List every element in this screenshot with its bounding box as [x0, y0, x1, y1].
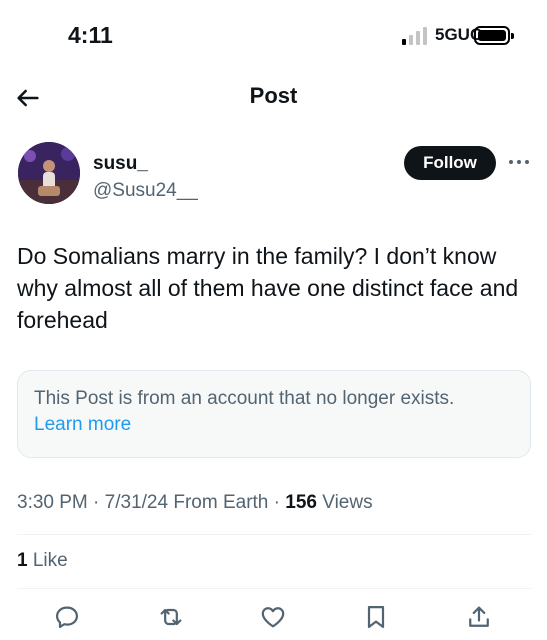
- reply-icon[interactable]: [53, 603, 81, 631]
- post-date: 7/31/24: [104, 492, 169, 513]
- follow-button[interactable]: Follow: [404, 146, 496, 180]
- post-meta: 3:30 PM · 7/31/24 From Earth · 156 Views: [17, 492, 373, 513]
- more-options-icon[interactable]: [508, 155, 530, 167]
- divider: [17, 534, 531, 535]
- likes-count[interactable]: 1 Like: [17, 550, 68, 572]
- action-bar: [0, 603, 547, 635]
- post-time: 3:30 PM: [17, 492, 88, 513]
- learn-more-link[interactable]: Learn more: [34, 412, 514, 438]
- bookmark-icon[interactable]: [362, 603, 390, 631]
- share-icon[interactable]: [465, 603, 493, 631]
- repost-icon[interactable]: [157, 603, 185, 631]
- views-count[interactable]: 156: [285, 492, 317, 513]
- avatar[interactable]: [18, 142, 80, 204]
- status-time: 4:11: [68, 22, 113, 48]
- likes-number[interactable]: 1: [17, 550, 28, 571]
- divider: [17, 588, 531, 589]
- post-source: From Earth: [173, 492, 269, 513]
- deleted-account-notice: This Post is from an account that no lon…: [17, 370, 531, 458]
- like-icon[interactable]: [259, 603, 287, 631]
- status-bar: 4:11 5GUC: [0, 0, 547, 70]
- views-label[interactable]: Views: [322, 492, 372, 513]
- nav-header: Post: [0, 70, 547, 124]
- author-display-name[interactable]: susu_: [93, 153, 148, 175]
- post-text: Do Somalians marry in the family? I don’…: [17, 243, 519, 333]
- cellular-signal-icon: [402, 27, 430, 45]
- author-handle[interactable]: @Susu24__: [93, 180, 198, 202]
- notice-text: This Post is from an account that no lon…: [34, 388, 455, 409]
- battery-icon: [474, 26, 514, 45]
- page-title: Post: [249, 83, 298, 108]
- likes-label[interactable]: Like: [33, 550, 68, 571]
